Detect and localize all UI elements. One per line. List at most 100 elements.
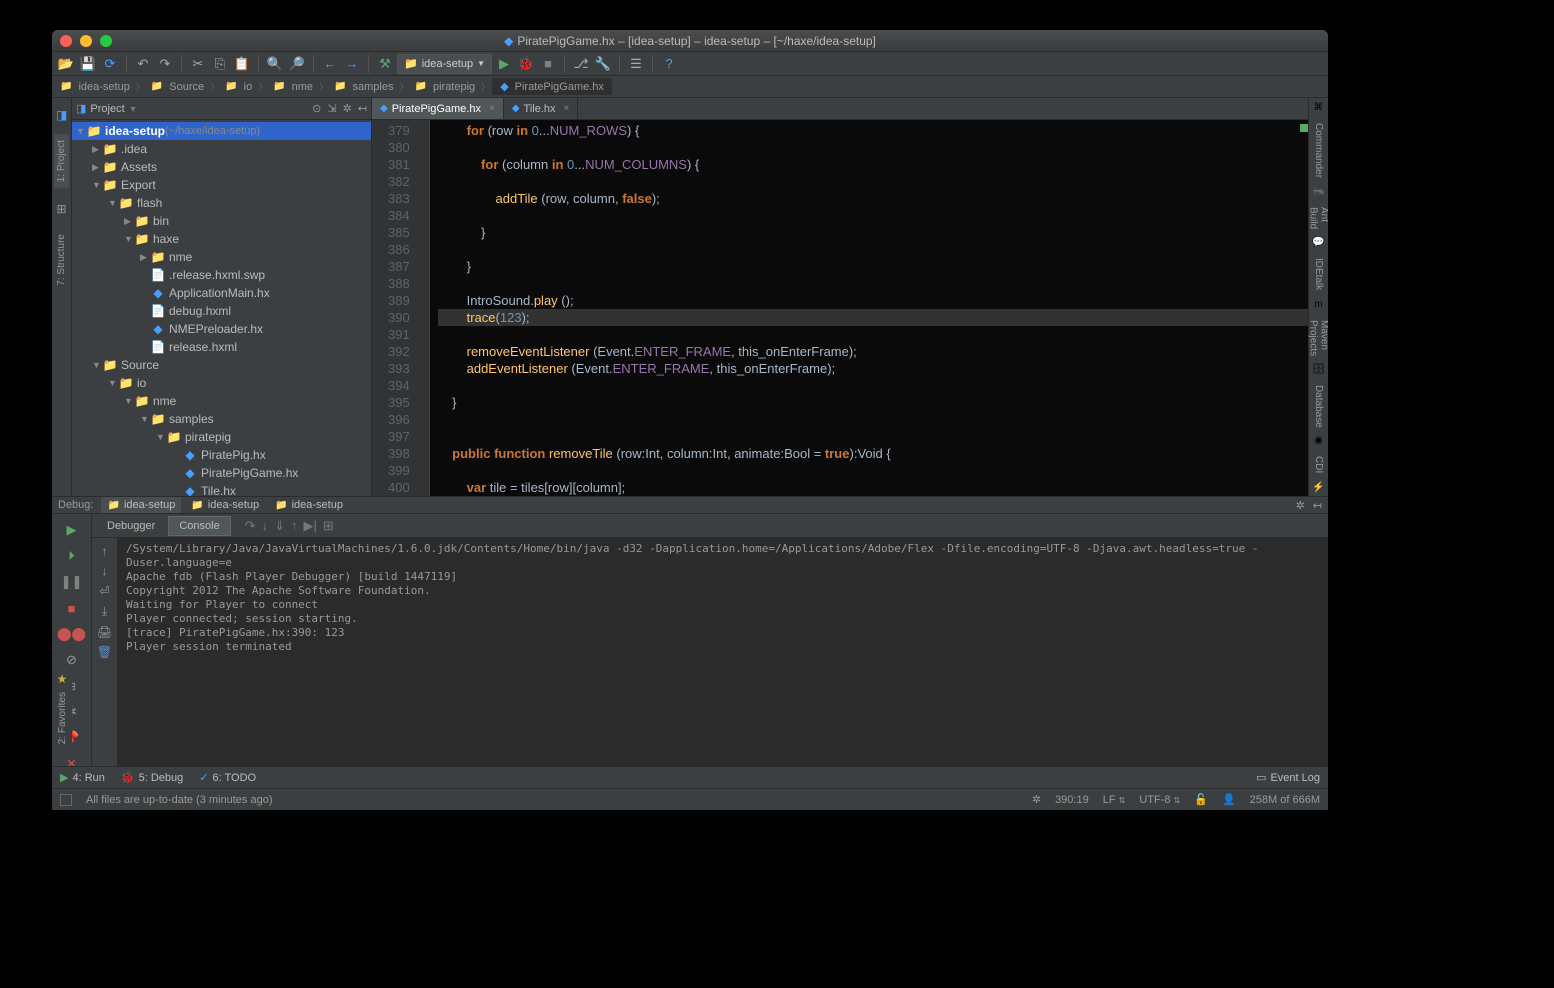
stop-button[interactable]: ■: [538, 54, 558, 74]
debugger-tab[interactable]: Debugger: [96, 516, 166, 536]
force-step-into-icon[interactable]: ⇓: [274, 518, 285, 534]
tree-row[interactable]: ▼📁piratepig: [72, 428, 371, 446]
up-icon[interactable]: ↑: [102, 544, 108, 558]
clear-icon[interactable]: 🗑: [97, 645, 112, 659]
editor-tab[interactable]: ◆ PiratePigGame.hx ×: [372, 98, 504, 119]
structure-tool-tab[interactable]: 7: Structure: [54, 228, 69, 292]
forward-button[interactable]: →: [342, 54, 362, 74]
tree-row[interactable]: ▼📁haxe: [72, 230, 371, 248]
maven-projects-tool-tab[interactable]: Maven Projects: [1306, 314, 1329, 362]
tree-row[interactable]: ◆NMEPreloader.hx: [72, 320, 371, 338]
step-over-icon[interactable]: ↷: [245, 518, 256, 534]
star-icon[interactable]: ★: [57, 672, 68, 686]
build-button[interactable]: ⚒: [375, 54, 395, 74]
code-content[interactable]: for (row in 0...NUM_ROWS) { for (column …: [430, 120, 1308, 496]
step-out-icon[interactable]: ↑: [291, 518, 298, 534]
minimize-window-button[interactable]: [80, 35, 92, 47]
run-config-selector[interactable]: 📁 idea-setup ▼: [397, 54, 492, 74]
replace-button[interactable]: 🔎: [287, 54, 307, 74]
inspector-icon[interactable]: 👤: [1222, 793, 1236, 806]
debug-config-tab[interactable]: 📁idea-setup: [269, 497, 349, 513]
structure-button[interactable]: ☰: [626, 54, 646, 74]
gear-icon[interactable]: ✲: [343, 102, 352, 115]
favorites-tool-tab[interactable]: 2: Favorites: [55, 686, 70, 750]
cdi-icon[interactable]: ◉: [1314, 435, 1323, 446]
fold-gutter[interactable]: [416, 120, 430, 496]
editor-tab[interactable]: ◆ Tile.hx ×: [504, 98, 579, 119]
code-editor[interactable]: 3793803813823833843853863873883893903913…: [372, 120, 1308, 496]
close-window-button[interactable]: [60, 35, 72, 47]
help-button[interactable]: ?: [659, 54, 679, 74]
cdi-tool-tab[interactable]: CDI: [1311, 450, 1326, 479]
close-tab-icon[interactable]: ×: [489, 103, 495, 114]
run-to-cursor-icon[interactable]: ▶|: [304, 518, 317, 534]
tree-row[interactable]: ◆PiratePig.hx: [72, 446, 371, 464]
tree-row[interactable]: ▼📁io: [72, 374, 371, 392]
run-tool-tab[interactable]: ▶ 4: Run: [60, 771, 105, 784]
tree-row[interactable]: ▼📁Source: [72, 356, 371, 374]
mute-breakpoints-button[interactable]: ⊘: [62, 650, 82, 670]
commander-icon[interactable]: ⌘: [1314, 102, 1324, 113]
down-icon[interactable]: ↓: [102, 564, 108, 578]
save-all-button[interactable]: 💾: [78, 54, 98, 74]
collapse-all-icon[interactable]: ⇲: [327, 102, 336, 115]
find-button[interactable]: 🔍: [265, 54, 285, 74]
todo-tool-tab[interactable]: ✓ 6: TODO: [199, 771, 256, 784]
line-separator[interactable]: LF ⇅: [1103, 794, 1126, 806]
event-log-tab[interactable]: ▭ Event Log: [1256, 771, 1320, 784]
stop-button[interactable]: ■: [62, 598, 82, 618]
tree-row[interactable]: ▶📁.idea: [72, 140, 371, 158]
debug-tool-tab[interactable]: 🐞 5: Debug: [121, 771, 183, 784]
tree-row[interactable]: 📄release.hxml: [72, 338, 371, 356]
pause-button[interactable]: ❚❚: [62, 572, 82, 592]
debug-config-tab[interactable]: 📁idea-setup: [101, 497, 181, 513]
debug-config-tab[interactable]: 📁idea-setup: [185, 497, 265, 513]
project-tool-tab[interactable]: 1: Project: [54, 134, 69, 188]
step-into-icon[interactable]: ↓: [262, 518, 269, 534]
sync-button[interactable]: ⟳: [100, 54, 120, 74]
settings-button[interactable]: 🔧: [593, 54, 613, 74]
tree-row[interactable]: 📄.release.hxml.swp: [72, 266, 371, 284]
breadcrumb-item[interactable]: 📁io: [221, 81, 256, 93]
print-icon[interactable]: 🖨: [97, 625, 112, 639]
rerun-button[interactable]: ▶: [62, 520, 82, 540]
zoom-window-button[interactable]: [100, 35, 112, 47]
project-tree[interactable]: ▼📁idea-setup (~/haxe/idea-setup)▶📁.idea▶…: [72, 120, 371, 496]
view-breakpoints-button[interactable]: ⬤⬤: [62, 624, 82, 644]
project-icon[interactable]: ◨: [56, 108, 67, 122]
memory-indicator[interactable]: 258M of 666M: [1250, 794, 1320, 806]
tree-row[interactable]: ▼📁nme: [72, 392, 371, 410]
resume-button[interactable]: ⏵: [62, 546, 82, 566]
lock-icon[interactable]: 🔓: [1194, 793, 1208, 806]
tree-row[interactable]: ▶📁bin: [72, 212, 371, 230]
background-tasks-icon[interactable]: ✲: [1032, 793, 1041, 806]
maven-projects-icon[interactable]: m: [1314, 299, 1322, 310]
breadcrumb-item[interactable]: 📁piratepig: [411, 81, 480, 93]
hide-icon[interactable]: ↤: [1313, 499, 1322, 512]
idetalk-icon[interactable]: 💬: [1312, 237, 1324, 248]
open-button[interactable]: 📂: [56, 54, 76, 74]
idetalk-tool-tab[interactable]: IDEtalk: [1311, 252, 1326, 296]
tree-row[interactable]: ▼📁Export: [72, 176, 371, 194]
scroll-to-end-icon[interactable]: ⤓: [102, 604, 107, 619]
console-tab[interactable]: Console: [168, 516, 230, 536]
debug-button[interactable]: 🐞: [516, 54, 536, 74]
redo-button[interactable]: ↷: [155, 54, 175, 74]
ant-build-icon[interactable]: 🐜: [1312, 186, 1324, 197]
run-button[interactable]: ▶: [494, 54, 514, 74]
paste-button[interactable]: 📋: [232, 54, 252, 74]
close-tab-icon[interactable]: ×: [564, 103, 570, 114]
hide-icon[interactable]: ↤: [358, 102, 367, 115]
tree-row[interactable]: ◆Tile.hx: [72, 482, 371, 496]
scroll-from-source-icon[interactable]: ⊙: [312, 102, 321, 115]
tree-row[interactable]: ◆ApplicationMain.hx: [72, 284, 371, 302]
database-icon[interactable]: 🗄: [1312, 364, 1325, 375]
vcs-button[interactable]: ⎇: [571, 54, 591, 74]
database-tool-tab[interactable]: Database: [1311, 379, 1326, 434]
gear-icon[interactable]: ✲: [1296, 499, 1305, 512]
jetgradle-icon[interactable]: ⚡: [1312, 482, 1324, 493]
undo-button[interactable]: ↶: [133, 54, 153, 74]
commander-tool-tab[interactable]: Commander: [1311, 117, 1326, 184]
back-button[interactable]: ←: [320, 54, 340, 74]
breadcrumb-item[interactable]: 📁Source: [147, 81, 208, 93]
